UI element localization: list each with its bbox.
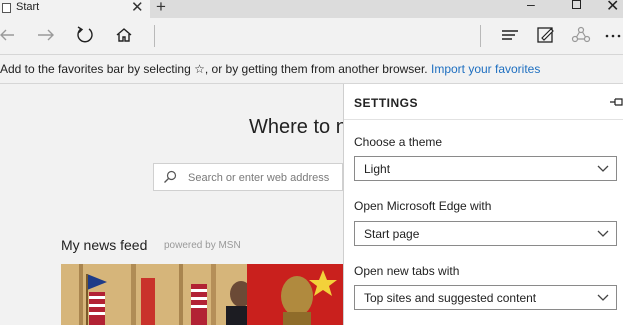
nav-divider [154, 25, 155, 47]
chevron-down-icon [597, 165, 609, 172]
tab-title: Start [16, 1, 40, 13]
theme-label: Choose a theme [354, 135, 443, 149]
new-tabs-value: Top sites and suggested content [364, 291, 537, 305]
open-with-label: Open Microsoft Edge with [354, 199, 492, 213]
forward-icon[interactable] [35, 24, 57, 46]
chevron-down-icon [597, 230, 609, 237]
new-tabs-label: Open new tabs with [354, 264, 460, 278]
favorites-bar-notice: Add to the favorites bar by selecting ☆,… [0, 55, 623, 84]
pin-icon[interactable] [610, 97, 623, 107]
nav-divider [480, 25, 481, 47]
tab-start[interactable]: Start ✕ [0, 0, 150, 18]
search-box[interactable] [153, 163, 343, 191]
settings-panel: SETTINGS Choose a theme Light Open Micro… [343, 84, 623, 325]
share-icon[interactable] [570, 24, 592, 46]
news-photo [61, 264, 344, 325]
maximize-icon[interactable] [572, 0, 581, 9]
refresh-icon[interactable] [74, 24, 96, 46]
open-with-select[interactable]: Start page [354, 221, 617, 246]
page-title: Where to n [249, 116, 347, 138]
favorites-bar-message: Add to the favorites bar by selecting ☆,… [0, 62, 428, 76]
import-favorites-link[interactable]: Import your favorites [431, 62, 540, 76]
close-tab-icon[interactable]: ✕ [131, 0, 144, 16]
tab-strip: Start ✕ + – ✕ [0, 0, 623, 18]
theme-select[interactable]: Light [354, 156, 617, 181]
theme-value: Light [364, 162, 391, 176]
open-with-value: Start page [364, 227, 420, 241]
chevron-down-icon [597, 294, 609, 301]
back-icon[interactable] [0, 24, 22, 46]
hub-icon[interactable] [499, 24, 521, 46]
search-input[interactable] [186, 168, 340, 188]
news-feed-image[interactable] [61, 264, 344, 325]
settings-title: SETTINGS [354, 96, 419, 110]
new-tab-icon[interactable]: + [156, 0, 166, 17]
web-note-icon[interactable] [535, 24, 557, 46]
more-icon[interactable] [603, 24, 623, 46]
navigation-bar [0, 18, 623, 55]
home-icon[interactable] [113, 24, 135, 46]
news-feed-title: My news feed [61, 237, 148, 253]
page-icon [2, 3, 11, 13]
search-icon [164, 170, 177, 183]
close-window-icon[interactable]: ✕ [606, 0, 619, 16]
new-tabs-select[interactable]: Top sites and suggested content [354, 285, 617, 310]
news-feed-attribution: powered by MSN [164, 240, 241, 251]
settings-divider [344, 119, 623, 120]
minimize-icon[interactable]: – [527, 0, 535, 12]
